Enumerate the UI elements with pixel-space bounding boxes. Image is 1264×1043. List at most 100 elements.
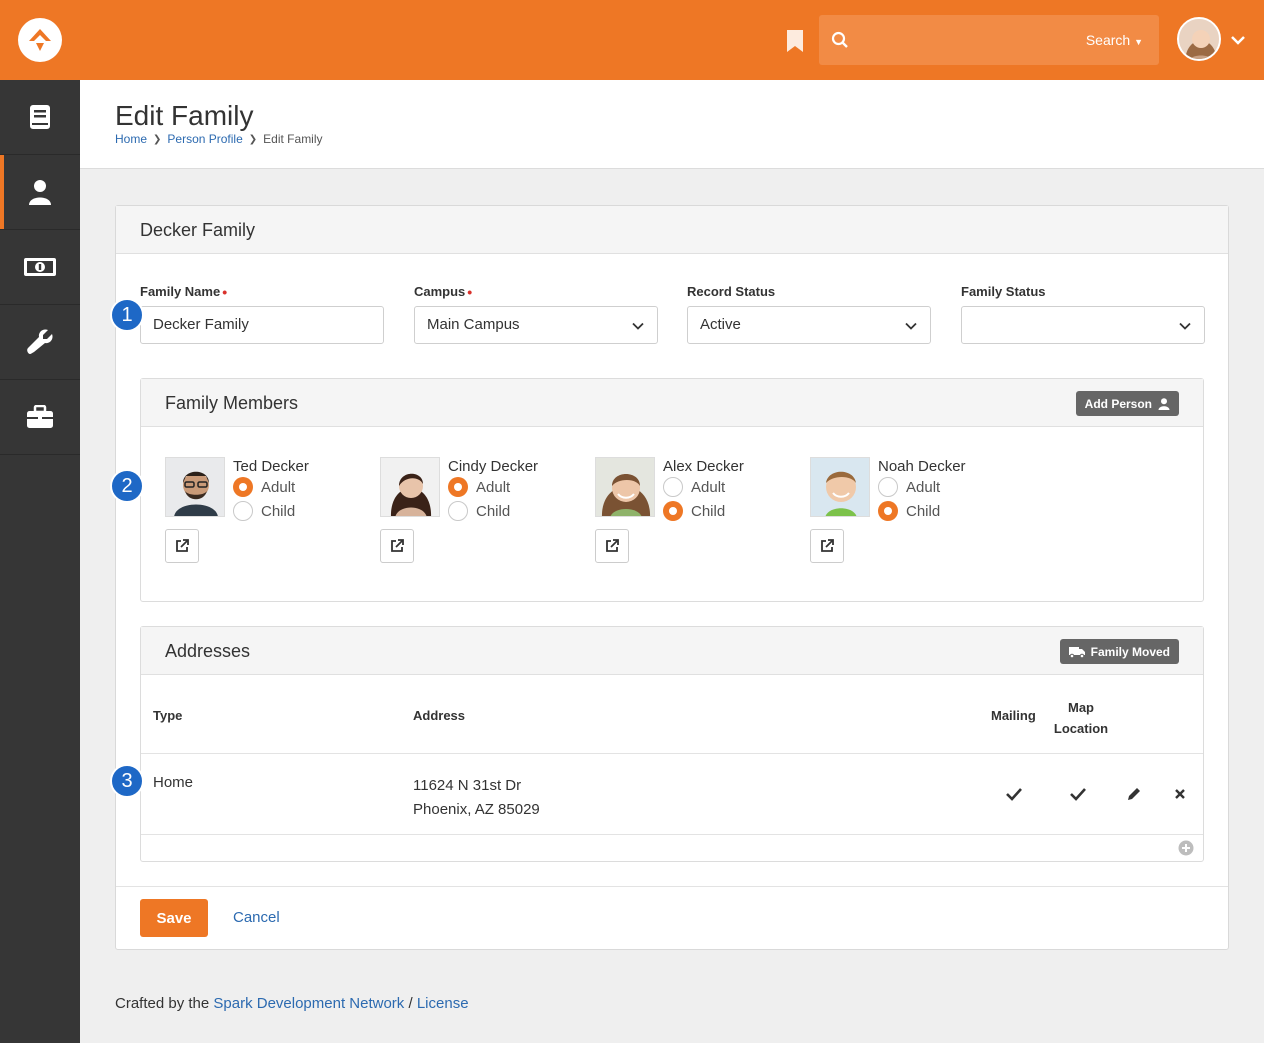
radio-label: Adult [261, 478, 296, 496]
rock-logo-icon[interactable] [18, 18, 62, 62]
radio-label: Adult [691, 478, 726, 496]
member-role-child[interactable]: Child [878, 501, 940, 521]
member-role-child[interactable]: Child [448, 501, 510, 521]
pencil-icon[interactable] [1127, 787, 1141, 801]
chevron-down-icon [1179, 322, 1191, 330]
search-bar: Search ▼ [819, 15, 1159, 65]
spark-link[interactable]: Spark Development Network [213, 995, 404, 1012]
chevron-right-icon: ❯ [248, 133, 258, 145]
annotation-badge-2: 2 [110, 469, 144, 503]
record-status-label: Record Status [687, 284, 776, 299]
sidebar-item-tools[interactable] [0, 305, 80, 380]
radio-unselected-icon[interactable] [878, 477, 898, 497]
external-link-icon [176, 539, 189, 552]
radio-unselected-icon[interactable] [663, 477, 683, 497]
close-icon[interactable] [1174, 788, 1186, 800]
column-map-location: Map Location [1051, 697, 1111, 739]
member-card: Alex Decker Adult Child [595, 457, 795, 567]
annotation-badge-3: 3 [110, 764, 144, 798]
address-type: Home [153, 774, 194, 791]
member-photo [380, 457, 440, 517]
radio-selected-icon[interactable] [448, 477, 468, 497]
user-avatar[interactable] [1177, 17, 1221, 61]
sidebar-item-finance[interactable] [0, 230, 80, 305]
search-scope-button[interactable]: Search ▼ [1086, 32, 1143, 48]
member-role-adult[interactable]: Adult [233, 477, 295, 497]
campus-group: Campus • Main Campus [414, 284, 658, 344]
radio-label: Adult [906, 478, 941, 496]
member-card: Ted Decker Adult Child [165, 457, 365, 567]
family-moved-button[interactable]: Family Moved [1059, 639, 1179, 664]
member-role-adult[interactable]: Adult [448, 477, 510, 497]
column-map-line2: Location [1053, 721, 1109, 736]
save-button[interactable]: Save [140, 899, 208, 937]
sidebar-item-people[interactable] [0, 155, 80, 230]
chevron-down-icon[interactable] [1230, 32, 1246, 48]
member-photo [810, 457, 870, 517]
family-name-label-text: Family Name [140, 284, 221, 299]
campus-select[interactable]: Main Campus [414, 306, 658, 344]
search-scope-label: Search [1085, 32, 1131, 48]
record-status-group: Record Status Active [687, 284, 931, 344]
footer-prefix: Crafted by the [115, 995, 210, 1012]
annotation-badge-1: 1 [110, 298, 144, 332]
breadcrumb-current: Edit Family [263, 132, 323, 146]
add-person-button[interactable]: Add Person [1075, 391, 1179, 416]
check-icon [1006, 788, 1022, 801]
member-role-adult[interactable]: Adult [878, 477, 940, 497]
open-profile-button[interactable] [810, 529, 844, 563]
search-icon [831, 31, 849, 49]
cancel-link[interactable]: Cancel [233, 909, 280, 926]
radio-unselected-icon[interactable] [233, 501, 253, 521]
person-icon [29, 180, 51, 205]
external-link-icon [821, 539, 834, 552]
wrench-icon [27, 329, 53, 354]
breadcrumb-home[interactable]: Home [115, 132, 147, 146]
page-header: Edit Family Home ❯ Person Profile ❯ Edit… [80, 80, 1264, 169]
radio-unselected-icon[interactable] [448, 501, 468, 521]
family-status-label: Family Status [961, 284, 1046, 299]
footer-sep: / [408, 995, 413, 1012]
sidebar [0, 80, 80, 1043]
top-bar: Search ▼ [0, 0, 1264, 80]
sidebar-item-admin[interactable] [0, 380, 80, 455]
radio-label: Adult [476, 478, 511, 496]
edit-family-card: Decker Family Family Name • Decker Family… [110, 205, 1229, 950]
radio-selected-icon[interactable] [663, 501, 683, 521]
family-name-input[interactable]: Decker Family [140, 306, 384, 344]
address-line1: 11624 N 31st Dr [413, 777, 522, 794]
campus-label: Campus • [414, 284, 658, 300]
caret-down-icon: ▼ [1134, 37, 1143, 47]
search-input[interactable] [859, 25, 1079, 55]
family-status-select[interactable] [961, 306, 1205, 344]
radio-selected-icon[interactable] [878, 501, 898, 521]
family-name-group: Family Name • Decker Family [140, 284, 384, 344]
campus-select-value: Main Campus [427, 316, 520, 333]
card-title: Decker Family [116, 206, 1228, 254]
member-name: Alex Decker [663, 458, 744, 475]
member-role-adult[interactable]: Adult [663, 477, 725, 497]
open-profile-button[interactable] [595, 529, 629, 563]
member-role-child[interactable]: Child [233, 501, 295, 521]
sidebar-item-pages[interactable] [0, 80, 80, 155]
briefcase-icon [27, 405, 53, 428]
record-status-value: Active [700, 316, 741, 333]
open-profile-button[interactable] [380, 529, 414, 563]
money-icon [24, 258, 56, 276]
open-profile-button[interactable] [165, 529, 199, 563]
chevron-right-icon: ❯ [153, 133, 162, 145]
member-photo [165, 457, 225, 517]
record-status-select[interactable]: Active [687, 306, 931, 344]
family-status-group: Family Status [961, 284, 1205, 344]
member-role-child[interactable]: Child [663, 501, 725, 521]
column-address: Address [413, 708, 466, 723]
radio-selected-icon[interactable] [233, 477, 253, 497]
breadcrumb-person-profile[interactable]: Person Profile [167, 132, 242, 146]
radio-label: Child [906, 502, 941, 520]
campus-label-text: Campus [414, 284, 466, 299]
footer: Crafted by the Spark Development Network… [115, 995, 469, 1012]
member-name: Ted Decker [233, 458, 309, 475]
license-link[interactable]: License [417, 995, 469, 1012]
add-circle-icon[interactable] [1178, 840, 1194, 856]
bookmark-icon[interactable] [786, 30, 804, 52]
